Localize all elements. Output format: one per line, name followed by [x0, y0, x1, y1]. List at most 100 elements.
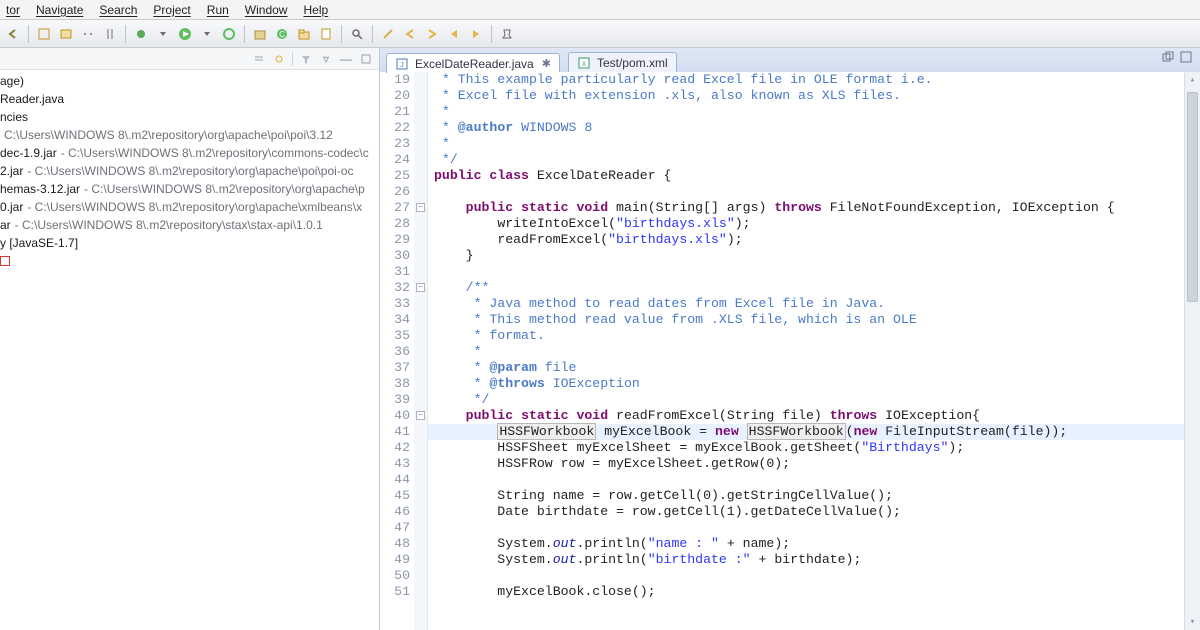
line-number[interactable]: 34: [380, 312, 410, 328]
run-btn[interactable]: [176, 25, 194, 43]
minimize-view-icon[interactable]: —: [339, 52, 353, 66]
line-number[interactable]: 30: [380, 248, 410, 264]
line-number[interactable]: 24: [380, 152, 410, 168]
search-btn[interactable]: [348, 25, 366, 43]
back-history-btn[interactable]: [445, 25, 463, 43]
fold-column[interactable]: −−−: [414, 72, 428, 630]
code-line[interactable]: * @throws IOException: [428, 376, 1184, 392]
code-line[interactable]: myExcelBook.close();: [428, 584, 1184, 600]
line-number[interactable]: 42: [380, 440, 410, 456]
debug-btn[interactable]: [132, 25, 150, 43]
scroll-up-arrow[interactable]: ▴: [1185, 72, 1200, 88]
line-number[interactable]: 27: [380, 200, 410, 216]
editor-tabstrip[interactable]: JExcelDateReader.java✱ XTest/pom.xml: [380, 48, 1200, 72]
maximize-editor-icon[interactable]: [1180, 51, 1192, 66]
line-number[interactable]: 51: [380, 584, 410, 600]
line-number[interactable]: 39: [380, 392, 410, 408]
code-area[interactable]: * This example particularly read Excel f…: [428, 72, 1184, 630]
new-package-btn[interactable]: [251, 25, 269, 43]
new-file-btn[interactable]: [317, 25, 335, 43]
line-number[interactable]: 45: [380, 488, 410, 504]
code-line[interactable]: public class ExcelDateReader {: [428, 168, 1184, 184]
tree-item[interactable]: ar - C:\Users\WINDOWS 8\.m2\repository\s…: [0, 216, 379, 234]
menu-tor[interactable]: tor: [4, 3, 22, 17]
line-number[interactable]: 36: [380, 344, 410, 360]
maximize-view-icon[interactable]: [359, 52, 373, 66]
editor-tab[interactable]: JExcelDateReader.java✱: [386, 53, 560, 73]
code-line[interactable]: [428, 568, 1184, 584]
line-number[interactable]: 49: [380, 552, 410, 568]
tree-item[interactable]: C:\Users\WINDOWS 8\.m2\repository\org\ap…: [0, 126, 379, 144]
toggle-block-btn[interactable]: [57, 25, 75, 43]
code-line[interactable]: Date birthdate = row.getCell(1).getDateC…: [428, 504, 1184, 520]
fwd-history-btn[interactable]: [467, 25, 485, 43]
line-number[interactable]: 38: [380, 376, 410, 392]
code-line[interactable]: * format.: [428, 328, 1184, 344]
code-line[interactable]: * @author WINDOWS 8: [428, 120, 1184, 136]
explorer-tree[interactable]: age)Reader.javanciesC:\Users\WINDOWS 8\.…: [0, 70, 379, 266]
menu-project[interactable]: Project: [151, 3, 192, 17]
code-line[interactable]: }: [428, 248, 1184, 264]
debug-drop-btn[interactable]: [154, 25, 172, 43]
fold-toggle-icon[interactable]: −: [416, 411, 425, 420]
code-line[interactable]: *: [428, 104, 1184, 120]
line-number[interactable]: 22: [380, 120, 410, 136]
code-line[interactable]: *: [428, 136, 1184, 152]
editor-tab[interactable]: XTest/pom.xml: [568, 52, 677, 72]
run-last-btn[interactable]: [220, 25, 238, 43]
tree-item[interactable]: ncies: [0, 108, 379, 126]
code-line[interactable]: writeIntoExcel("birthdays.xls");: [428, 216, 1184, 232]
prev-edit-btn[interactable]: [401, 25, 419, 43]
next-edit-btn[interactable]: [423, 25, 441, 43]
line-number[interactable]: 21: [380, 104, 410, 120]
menu-help[interactable]: Help: [301, 3, 330, 17]
menubar[interactable]: tor Navigate Search Project Run Window Help: [0, 0, 1200, 20]
collapse-all-icon[interactable]: [252, 52, 266, 66]
code-line[interactable]: HSSFRow row = myExcelSheet.getRow(0);: [428, 456, 1184, 472]
tree-item[interactable]: Reader.java: [0, 90, 379, 108]
line-number[interactable]: 28: [380, 216, 410, 232]
menu-search[interactable]: Search: [97, 3, 139, 17]
nav-back-btn[interactable]: [4, 25, 22, 43]
tree-item[interactable]: 2.jar - C:\Users\WINDOWS 8\.m2\repositor…: [0, 162, 379, 180]
menu-navigate[interactable]: Navigate: [34, 3, 85, 17]
line-number[interactable]: 23: [380, 136, 410, 152]
new-folder-btn[interactable]: [295, 25, 313, 43]
line-number[interactable]: 47: [380, 520, 410, 536]
code-line[interactable]: [428, 184, 1184, 200]
line-number[interactable]: 50: [380, 568, 410, 584]
fold-toggle-icon[interactable]: −: [416, 203, 425, 212]
code-line[interactable]: /**: [428, 280, 1184, 296]
code-line[interactable]: public static void main(String[] args) t…: [428, 200, 1184, 216]
line-number[interactable]: 25: [380, 168, 410, 184]
code-line[interactable]: System.out.println("name : " + name);: [428, 536, 1184, 552]
menu-window[interactable]: Window: [243, 3, 290, 17]
code-line[interactable]: readFromExcel("birthdays.xls");: [428, 232, 1184, 248]
code-line[interactable]: [428, 520, 1184, 536]
tree-item[interactable]: 0.jar - C:\Users\WINDOWS 8\.m2\repositor…: [0, 198, 379, 216]
code-line[interactable]: String name = row.getCell(0).getStringCe…: [428, 488, 1184, 504]
restore-view-icon[interactable]: [1162, 51, 1174, 66]
filter-icon[interactable]: [299, 52, 313, 66]
show-whitespace-btn[interactable]: [79, 25, 97, 43]
code-line[interactable]: [428, 264, 1184, 280]
line-number-gutter[interactable]: 1920212223242526272829303132333435363738…: [380, 72, 414, 630]
line-number[interactable]: 35: [380, 328, 410, 344]
line-number[interactable]: 31: [380, 264, 410, 280]
menu-run[interactable]: Run: [205, 3, 231, 17]
line-number[interactable]: 44: [380, 472, 410, 488]
code-line[interactable]: public static void readFromExcel(String …: [428, 408, 1184, 424]
code-line[interactable]: * @param file: [428, 360, 1184, 376]
new-class-btn[interactable]: C: [273, 25, 291, 43]
code-line[interactable]: * This method read value from .XLS file,…: [428, 312, 1184, 328]
line-number[interactable]: 33: [380, 296, 410, 312]
toggle-comment-btn[interactable]: [35, 25, 53, 43]
code-line[interactable]: * This example particularly read Excel f…: [428, 72, 1184, 88]
run-drop-btn[interactable]: [198, 25, 216, 43]
line-number[interactable]: 29: [380, 232, 410, 248]
code-line[interactable]: */: [428, 392, 1184, 408]
code-line[interactable]: HSSFSheet myExcelSheet = myExcelBook.get…: [428, 440, 1184, 456]
code-line[interactable]: [428, 472, 1184, 488]
line-number[interactable]: 32: [380, 280, 410, 296]
line-number[interactable]: 48: [380, 536, 410, 552]
